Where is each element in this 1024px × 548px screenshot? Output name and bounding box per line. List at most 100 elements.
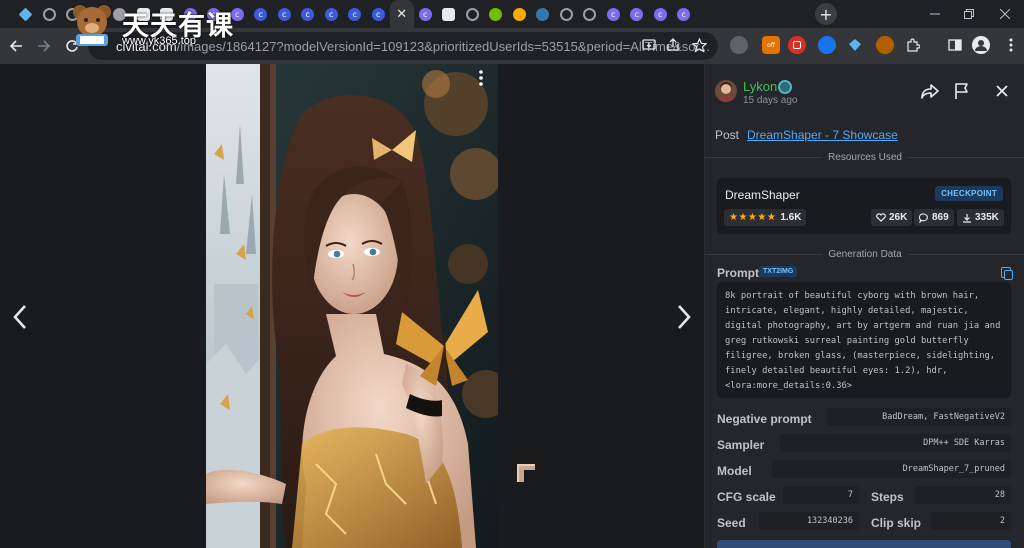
url-host: civitai.com: [116, 38, 177, 54]
close-panel-button[interactable]: [991, 80, 1013, 102]
browser-tab[interactable]: c: [202, 0, 226, 28]
c-circle-icon: c: [301, 7, 315, 21]
browser-tab[interactable]: c: [296, 0, 320, 28]
generated-image[interactable]: [206, 64, 498, 548]
browser-tab[interactable]: c: [602, 0, 626, 28]
minimize-icon: [930, 13, 940, 15]
resource-name[interactable]: DreamShaper: [725, 188, 800, 202]
close-icon: [996, 85, 1008, 97]
cfg-scale-value: 7: [783, 486, 859, 504]
browser-tab[interactable]: c: [649, 0, 673, 28]
forward-button[interactable]: [30, 32, 58, 60]
bookmark-star-icon[interactable]: [690, 36, 708, 54]
prompt-text: 8k portrait of beautiful cyborg with bro…: [717, 282, 1011, 398]
install-app-icon[interactable]: [640, 36, 658, 54]
bottom-action-button[interactable]: [717, 540, 1011, 548]
c-circle-icon: c: [371, 7, 385, 21]
browser-tab[interactable]: [555, 0, 579, 28]
browser-tab[interactable]: [132, 0, 156, 28]
seed-value: 132340236: [759, 512, 859, 530]
browser-menu-icon[interactable]: [1002, 36, 1020, 54]
heart-icon: [876, 213, 886, 222]
post-link[interactable]: DreamShaper - 7 Showcase: [747, 128, 898, 142]
url-path: /images/1864127?modelVersionId=109123&pr…: [176, 38, 710, 54]
browser-tab[interactable]: c: [179, 0, 203, 28]
browser-toolbar: civitai.com/images/1864127?modelVersionI…: [0, 28, 1024, 64]
browser-tab[interactable]: c: [226, 0, 250, 28]
extensions-puzzle-icon[interactable]: [904, 36, 922, 54]
browser-tab[interactable]: [108, 0, 132, 28]
close-window-button[interactable]: [988, 0, 1022, 28]
seed-label: Seed: [717, 516, 746, 530]
back-button[interactable]: [2, 32, 30, 60]
next-image-button[interactable]: [676, 304, 692, 336]
close-icon: [1000, 9, 1010, 19]
sidepanel-icon[interactable]: [946, 36, 964, 54]
c-circle-icon: c: [277, 7, 291, 21]
github-icon: [160, 7, 174, 21]
chevron-right-icon: [678, 305, 691, 329]
browser-tab[interactable]: [85, 0, 109, 28]
post-row: Post DreamShaper - 7 Showcase: [715, 128, 898, 142]
document-icon: [136, 7, 150, 21]
browser-tab[interactable]: [484, 0, 508, 28]
civitai-icon: c: [207, 7, 221, 21]
report-button[interactable]: [951, 80, 973, 102]
copy-icon[interactable]: [1001, 267, 1013, 280]
new-tab-button[interactable]: +: [815, 3, 837, 25]
browser-tab[interactable]: c: [249, 0, 273, 28]
resource-card[interactable]: DreamShaper CHECKPOINT ★★★★★ 1.6K 26K 86…: [717, 178, 1011, 234]
browser-tab[interactable]: [61, 0, 85, 28]
globe-icon: [465, 7, 479, 21]
rating-chip: ★★★★★ 1.6K: [724, 209, 807, 226]
browser-tab[interactable]: [437, 0, 461, 28]
avatar[interactable]: [715, 80, 737, 102]
browser-tab[interactable]: [508, 0, 532, 28]
minimize-window-button[interactable]: [918, 0, 952, 28]
model-label: Model: [717, 464, 752, 478]
browser-tab[interactable]: [155, 0, 179, 28]
resources-heading: Resources Used: [828, 152, 902, 163]
browser-tab[interactable]: [461, 0, 485, 28]
generation-divider: Generation Data: [705, 249, 1024, 260]
cfg-scale-label: CFG scale: [717, 490, 776, 504]
browser-tab[interactable]: [578, 0, 602, 28]
restore-window-button[interactable]: [952, 0, 986, 28]
browser-tab[interactable]: c: [320, 0, 344, 28]
civitai-icon: c: [230, 7, 244, 21]
browser-tab[interactable]: c: [625, 0, 649, 28]
extension-orange-icon[interactable]: [876, 36, 894, 54]
browser-tab[interactable]: c: [343, 0, 367, 28]
browser-tab[interactable]: [531, 0, 555, 28]
browser-tab[interactable]: ✕: [390, 0, 414, 28]
globe-icon: [89, 7, 103, 21]
clip-skip-label: Clip skip: [871, 516, 922, 530]
profile-avatar-icon[interactable]: [972, 36, 990, 54]
extension-off-icon[interactable]: off: [762, 36, 780, 54]
share-icon[interactable]: [664, 36, 682, 54]
extension-blue-icon[interactable]: [818, 36, 836, 54]
reload-button[interactable]: [58, 32, 86, 60]
civitai-icon: c: [606, 7, 620, 21]
arrow-left-icon: [9, 40, 22, 52]
previous-image-button[interactable]: [12, 304, 28, 336]
browser-tab[interactable]: c: [367, 0, 391, 28]
browser-tab[interactable]: c: [672, 0, 696, 28]
browser-tab[interactable]: c: [273, 0, 297, 28]
username[interactable]: Lykon: [743, 79, 777, 94]
civitai-icon: c: [183, 7, 197, 21]
broken-glass-fragment: [517, 464, 535, 482]
close-icon[interactable]: ✕: [396, 7, 407, 22]
comment-icon: [919, 212, 928, 223]
browser-tab[interactable]: c: [414, 0, 438, 28]
extension-globe-icon[interactable]: [730, 36, 748, 54]
browser-tab[interactable]: [14, 0, 38, 28]
extension-diamond-icon[interactable]: [846, 36, 864, 54]
extension-red-icon[interactable]: [788, 36, 806, 54]
browser-tab[interactable]: [38, 0, 62, 28]
flag-icon: [955, 83, 968, 99]
address-bar[interactable]: civitai.com/images/1864127?modelVersionI…: [88, 32, 718, 60]
share-button[interactable]: [919, 80, 941, 102]
image-menu-button[interactable]: [476, 70, 486, 86]
sampler-label: Sampler: [717, 438, 765, 452]
